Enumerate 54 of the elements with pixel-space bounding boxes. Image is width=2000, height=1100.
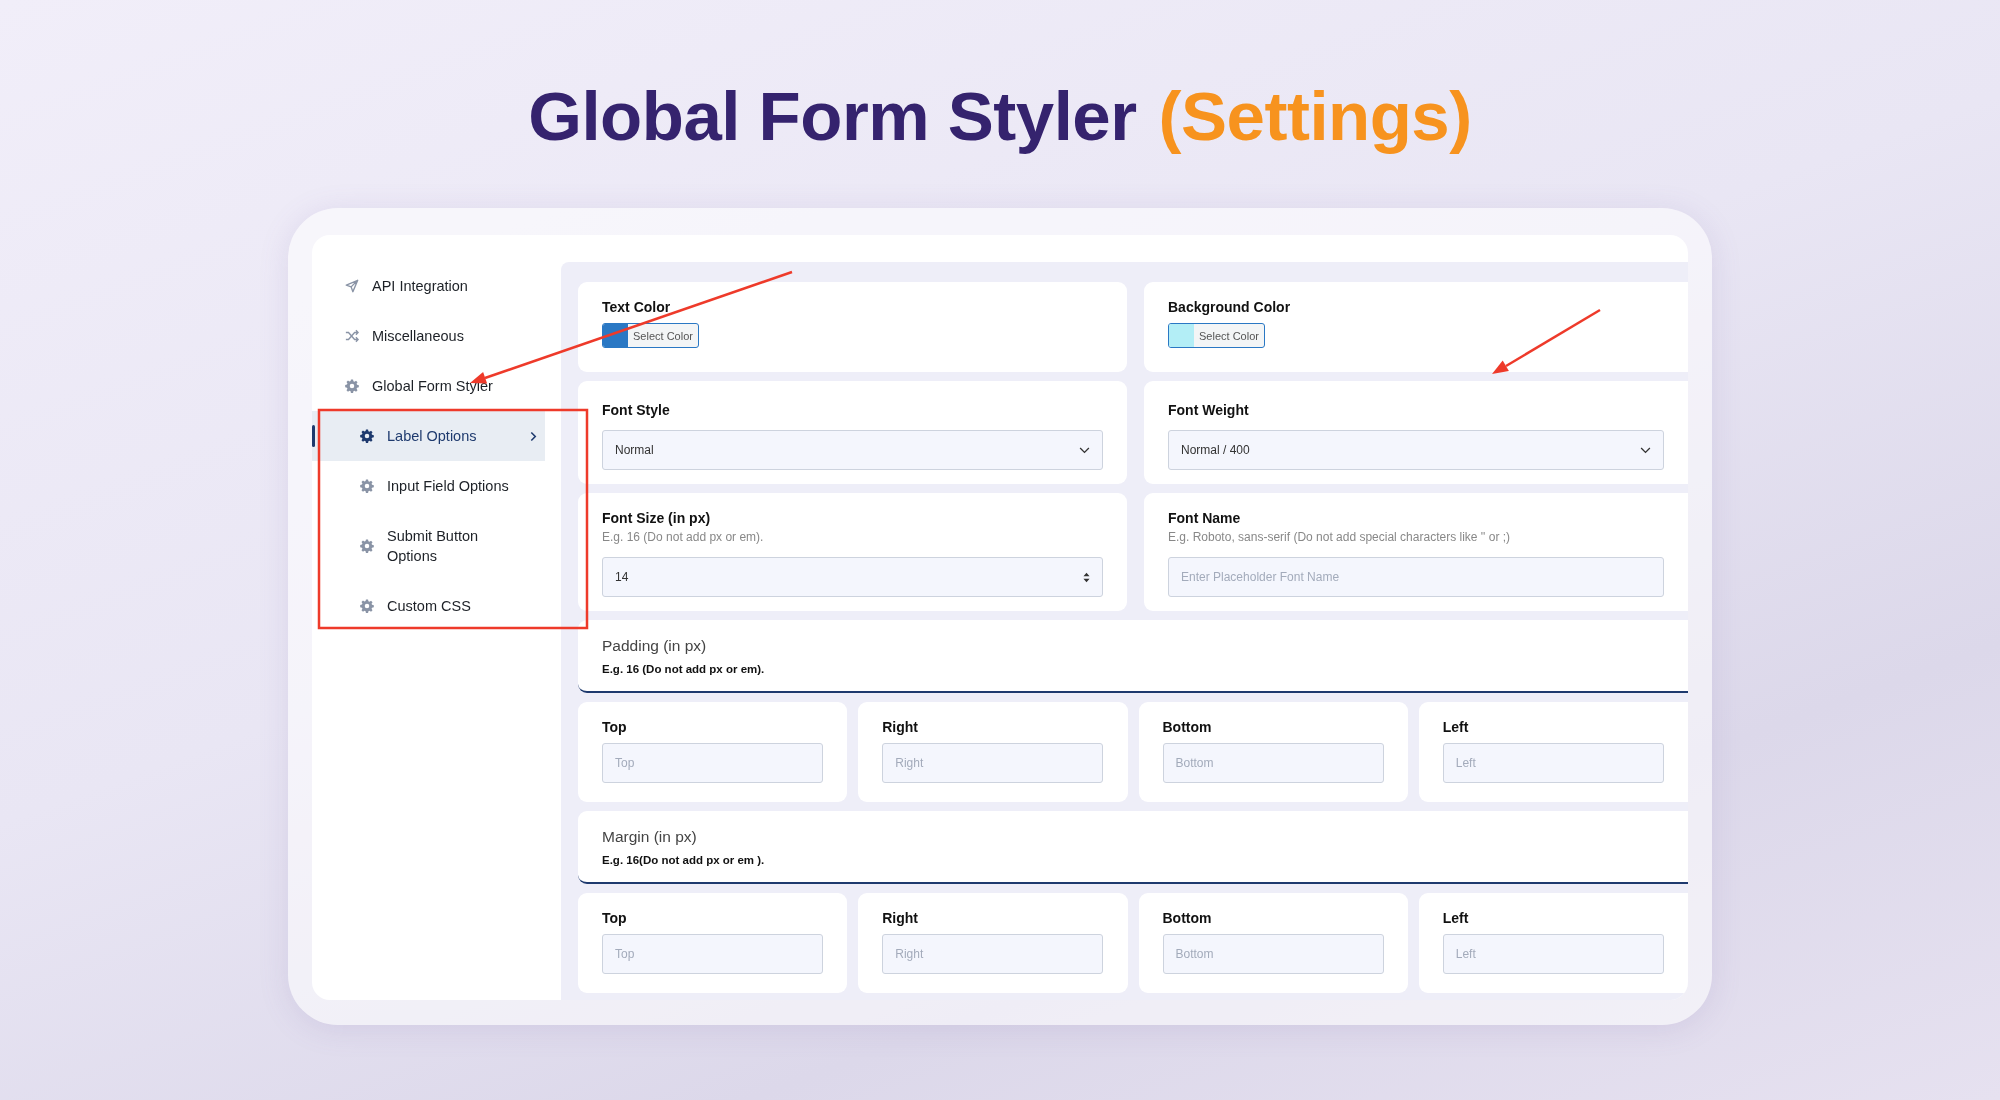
gear-icon xyxy=(360,429,374,443)
chevron-right-icon xyxy=(530,430,537,442)
field-label: Bottom xyxy=(1162,910,1213,926)
field-label: Text Color xyxy=(602,299,672,315)
select-field[interactable]: Normal / 400 xyxy=(1168,430,1664,470)
section-hint: E.g. 16 (Do not add px or em). xyxy=(602,663,766,675)
input-field[interactable]: Left xyxy=(1442,934,1664,974)
shuffle-icon xyxy=(345,329,359,343)
input-field[interactable]: Enter Placeholder Font Name xyxy=(1168,557,1664,597)
field-label: Font Size (in px) xyxy=(602,510,712,526)
chevron-down-icon xyxy=(1079,446,1090,454)
field-label: Background Color xyxy=(1168,299,1292,315)
field-label: Top xyxy=(602,719,628,735)
section-title: Margin (in px) xyxy=(602,828,698,846)
color-picker-button[interactable]: Select Color xyxy=(602,323,699,348)
input-field[interactable]: Top xyxy=(602,743,823,783)
color-picker-button[interactable]: Select Color xyxy=(1168,323,1265,348)
sidebar-item[interactable]: Input Field Options xyxy=(312,461,545,511)
field-label: Right xyxy=(882,719,919,735)
spinner-icon xyxy=(1083,571,1090,583)
sidebar-item[interactable]: API Integration xyxy=(312,261,545,311)
gear-icon xyxy=(360,479,374,493)
select-field[interactable]: Normal xyxy=(602,430,1103,470)
sidebar-item[interactable]: Miscellaneous xyxy=(312,311,545,361)
section-title: Padding (in px) xyxy=(602,637,708,655)
input-field[interactable]: Right xyxy=(882,934,1104,974)
section-hint: E.g. 16(Do not add px or em ). xyxy=(602,854,766,866)
gear-icon xyxy=(360,599,374,613)
chevron-down-icon xyxy=(1640,446,1651,454)
field-hint: E.g. Roboto, sans-serif (Do not add special characters like '' or ;) xyxy=(1168,530,1512,544)
send-icon xyxy=(345,279,359,293)
field-hint: E.g. 16 (Do not add px or em). xyxy=(602,530,765,544)
field-label: Left xyxy=(1442,719,1470,735)
field-label: Right xyxy=(882,910,919,926)
sidebar-item[interactable]: Submit Button Options xyxy=(312,511,545,581)
field-label: Bottom xyxy=(1162,719,1213,735)
field-label: Font Style xyxy=(602,402,671,418)
number-field[interactable]: 14 xyxy=(602,557,1103,597)
sidebar-item[interactable]: Global Form Styler xyxy=(312,361,545,411)
field-label: Font Name xyxy=(1168,510,1242,526)
field-label: Left xyxy=(1442,910,1470,926)
input-field[interactable]: Bottom xyxy=(1162,743,1384,783)
gear-icon xyxy=(360,539,374,553)
gear-icon xyxy=(345,379,359,393)
input-field[interactable]: Left xyxy=(1442,743,1664,783)
field-label: Font Weight xyxy=(1168,402,1250,418)
page-title-highlight: (Settings) xyxy=(1158,77,1472,157)
input-field[interactable]: Top xyxy=(602,934,823,974)
sidebar-item[interactable]: Label Options xyxy=(312,411,545,461)
input-field[interactable]: Right xyxy=(882,743,1104,783)
input-field[interactable]: Bottom xyxy=(1162,934,1384,974)
sidebar-item[interactable]: Custom CSS xyxy=(312,581,545,631)
page-title: Global Form Styler xyxy=(528,77,1137,157)
field-label: Top xyxy=(602,910,628,926)
